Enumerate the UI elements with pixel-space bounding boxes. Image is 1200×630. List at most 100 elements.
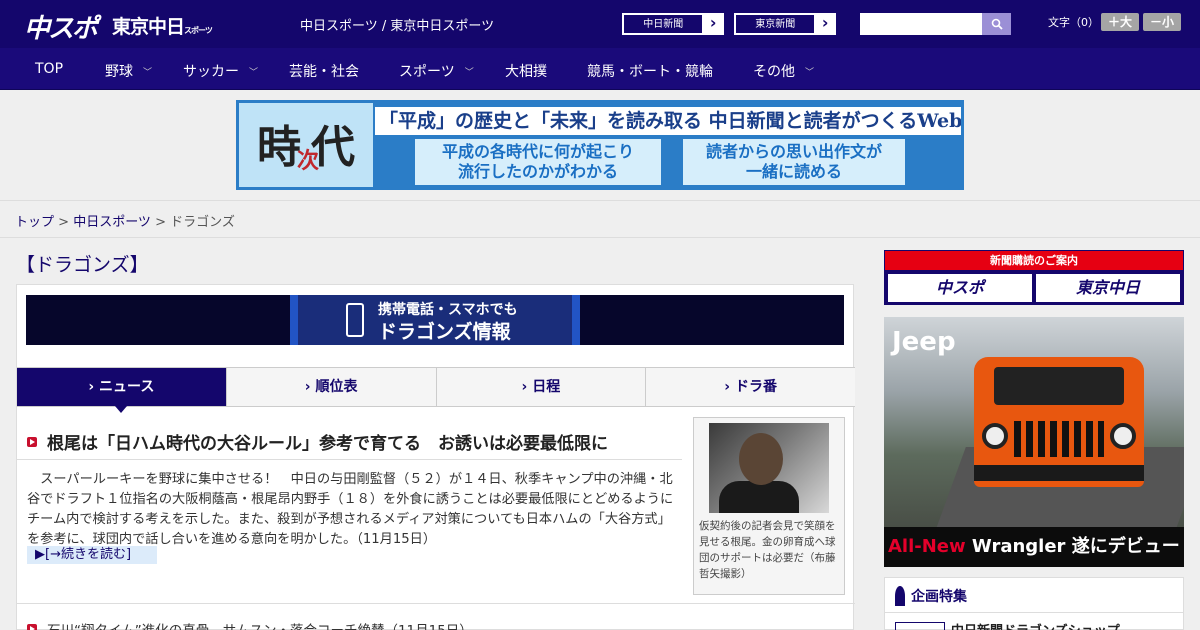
nav-item-sumo[interactable]: 大相撲 xyxy=(505,61,547,81)
nav-label: 芸能・社会 xyxy=(289,64,359,80)
breadcrumb-section[interactable]: 中日スポーツ xyxy=(73,215,151,230)
subscription-heading: 新聞購読のご案内 xyxy=(885,251,1183,270)
banner-box-1: 平成の各時代に何が起こり 流行したのかがわかる xyxy=(415,139,661,185)
smartphone-icon xyxy=(346,303,364,337)
nav-label: 野球 xyxy=(105,64,133,80)
chevron-down-icon: ﹀ xyxy=(249,67,259,78)
font-larger-button[interactable]: ＋大 xyxy=(1101,13,1139,31)
tokyo-logo-text: 東京中日 xyxy=(112,16,185,38)
bumper xyxy=(974,465,1144,481)
mobile-banner-line2: ドラゴンズ情報 xyxy=(378,321,511,343)
nav-label: TOP xyxy=(35,61,64,77)
nav-item-entertainment[interactable]: 芸能・社会 xyxy=(289,61,359,81)
nav-label: 大相撲 xyxy=(505,64,547,80)
tokyo-chunichi-logo[interactable]: 東京中日スポーツ xyxy=(112,12,213,39)
nav-label: サッカー xyxy=(183,64,239,80)
play-bullet-icon xyxy=(27,624,37,630)
jeep-wrangler-ad[interactable]: Jeep All-New Wrangler 遂にデビュー xyxy=(884,317,1184,567)
windshield xyxy=(994,367,1124,405)
banner-headline: 「平成」の歴史と「未来」を読み取る 中日新聞と読者がつくるWebサイト xyxy=(375,107,961,135)
page-title: 【ドラゴンズ】 xyxy=(16,254,149,276)
jeep-ad-tagline: All-New Wrangler 遂にデビュー xyxy=(884,527,1184,567)
article-body: スーパールーキーを野球に集中させる！ 中日の与田剛監督（５２）が１４日、秋季キャ… xyxy=(27,472,674,547)
jidai-ad-banner[interactable]: 時 次 代 「平成」の歴史と「未来」を読み取る 中日新聞と読者がつくるWebサイ… xyxy=(236,100,964,190)
second-article-text: 石川“翔タイム”進化の真骨 サムスン・落合コーチ絶賛（11月15日） xyxy=(47,619,473,630)
article-headline[interactable]: 根尾は「日ハム時代の大谷ルール」参考で育てる お誘いは必要最低限に xyxy=(27,429,608,454)
photo-caption: 仮契約後の記者会見で笑顔を見せる根尾。金の卵育成へ球団のサポートは必要だ（布藤哲… xyxy=(699,520,836,580)
nav-item-soccer[interactable]: サッカー ﹀ xyxy=(183,61,258,81)
banner-box-1-line2: 流行したのかがわかる xyxy=(457,162,618,181)
article-headline-text: 根尾は「日ハム時代の大谷ルール」参考で育てる お誘いは必要最低限に xyxy=(47,434,608,454)
font-smaller-button[interactable]: －小 xyxy=(1143,13,1181,31)
feature-heading-text: 企画特集 xyxy=(911,589,967,605)
nav-item-baseball[interactable]: 野球 ﹀ xyxy=(105,61,152,81)
read-more-text: [→続きを読む] xyxy=(45,547,132,562)
banner-box-2: 読者からの思い出作文が 一緒に読める xyxy=(683,139,905,185)
main-nav: TOP 野球 ﹀ サッカー ﹀ 芸能・社会 スポーツ ﹀ 大相撲 競馬・ボート・競輪 … xyxy=(0,48,1200,90)
jeep-logo: Jeep xyxy=(892,327,956,357)
play-bullet-icon xyxy=(27,436,37,447)
chuspo-logo[interactable]: 中スポ xyxy=(24,8,98,45)
read-more-link[interactable]: ▶[→続きを読む] xyxy=(27,546,157,564)
tab-label: ドラ番 xyxy=(734,379,777,395)
search-button[interactable] xyxy=(982,13,1011,35)
chevron-down-icon: ﹀ xyxy=(143,67,153,78)
nav-item-other[interactable]: その他 ﹀ xyxy=(753,61,814,81)
headlamp xyxy=(1110,423,1136,449)
chunichi-shimbun-button[interactable]: 中日新聞 › xyxy=(622,13,724,35)
tab-standings[interactable]: › 順位表 xyxy=(227,368,437,406)
chunichi-shimbun-label: 中日新聞 xyxy=(623,14,704,34)
site-title: 中日スポーツ / 東京中日スポーツ xyxy=(300,19,495,34)
feature-thumbnail[interactable] xyxy=(895,622,945,630)
mobile-banner-center: 携帯電話・スマホでも ドラゴンズ情報 xyxy=(290,295,580,345)
tokyo-shimbun-label: 東京新聞 xyxy=(735,14,816,34)
jeep-tagline-white: Wrangler 遂にデビュー xyxy=(965,536,1180,557)
tab-news[interactable]: › ニュース xyxy=(17,368,227,413)
divider xyxy=(885,612,1183,613)
tokyo-shimbun-button[interactable]: 東京新聞 › xyxy=(734,13,836,35)
feature-box: 企画特集 中日新聞ドラゴンズショップ xyxy=(884,577,1184,630)
breadcrumb-top[interactable]: トップ xyxy=(15,215,54,230)
banner-box-2-line2: 一緒に読める xyxy=(745,162,842,181)
subscribe-chuspo-button[interactable]: 中スポ xyxy=(888,274,1032,302)
tab-label: ニュース xyxy=(99,379,155,395)
subscribe-tokyo-button[interactable]: 東京中日 xyxy=(1036,274,1180,302)
nav-label: 競馬・ボート・競輪 xyxy=(587,64,713,80)
nav-item-top[interactable]: TOP xyxy=(35,61,63,77)
tab-label: 順位表 xyxy=(315,379,358,395)
headlamp xyxy=(982,423,1008,449)
feature-item-link[interactable]: 中日新聞ドラゴンズショップ xyxy=(951,620,1120,630)
nav-label: スポーツ xyxy=(399,64,455,80)
chevron-down-icon: ﹀ xyxy=(805,67,815,78)
divider xyxy=(17,459,682,460)
ribbon-icon xyxy=(895,586,905,606)
feature-heading: 企画特集 xyxy=(895,586,967,606)
breadcrumb-sep: > xyxy=(150,215,171,230)
divider xyxy=(17,603,855,604)
jeep-car-graphic xyxy=(974,357,1144,487)
nav-item-sports[interactable]: スポーツ ﹀ xyxy=(399,61,474,81)
nav-item-racing[interactable]: 競馬・ボート・競輪 xyxy=(587,61,713,81)
search-input[interactable] xyxy=(860,13,982,35)
font-size-label: 文字（0） xyxy=(1048,16,1099,29)
nav-label: その他 xyxy=(753,64,795,80)
second-article-link[interactable]: 石川“翔タイム”進化の真骨 サムスン・落合コーチ絶賛（11月15日） xyxy=(27,619,473,630)
jeep-tagline-red: All-New xyxy=(888,536,966,557)
jidai-char-3: 代 xyxy=(311,122,355,173)
site-header: 中スポ 東京中日スポーツ 中日スポーツ / 東京中日スポーツ 中日新聞 › 東京… xyxy=(0,0,1200,48)
tab-schedule[interactable]: › 日程 xyxy=(437,368,647,406)
dragons-tabs: › ニュース › 順位表 › 日程 › ドラ番 xyxy=(17,367,855,413)
mobile-dragons-banner[interactable]: 携帯電話・スマホでも ドラゴンズ情報 xyxy=(26,295,844,345)
jidai-logo: 時 次 代 xyxy=(239,103,373,187)
jidai-char-1: 時 xyxy=(257,122,301,173)
article-photo-box: 仮契約後の記者会見で笑顔を見せる根尾。金の卵育成へ球団のサポートは必要だ（布藤哲… xyxy=(693,417,845,595)
photo-figure-body xyxy=(719,481,799,513)
breadcrumb-sep: > xyxy=(54,215,74,230)
tab-label: 日程 xyxy=(532,379,561,395)
chevron-right-icon: › xyxy=(709,13,717,32)
chevron-down-icon: ﹀ xyxy=(464,67,474,78)
article-photo[interactable] xyxy=(709,423,829,513)
tab-doraban[interactable]: › ドラ番 xyxy=(646,368,855,406)
breadcrumb-current: ドラゴンズ xyxy=(170,215,235,230)
tokyo-logo-small: スポーツ xyxy=(184,26,213,35)
